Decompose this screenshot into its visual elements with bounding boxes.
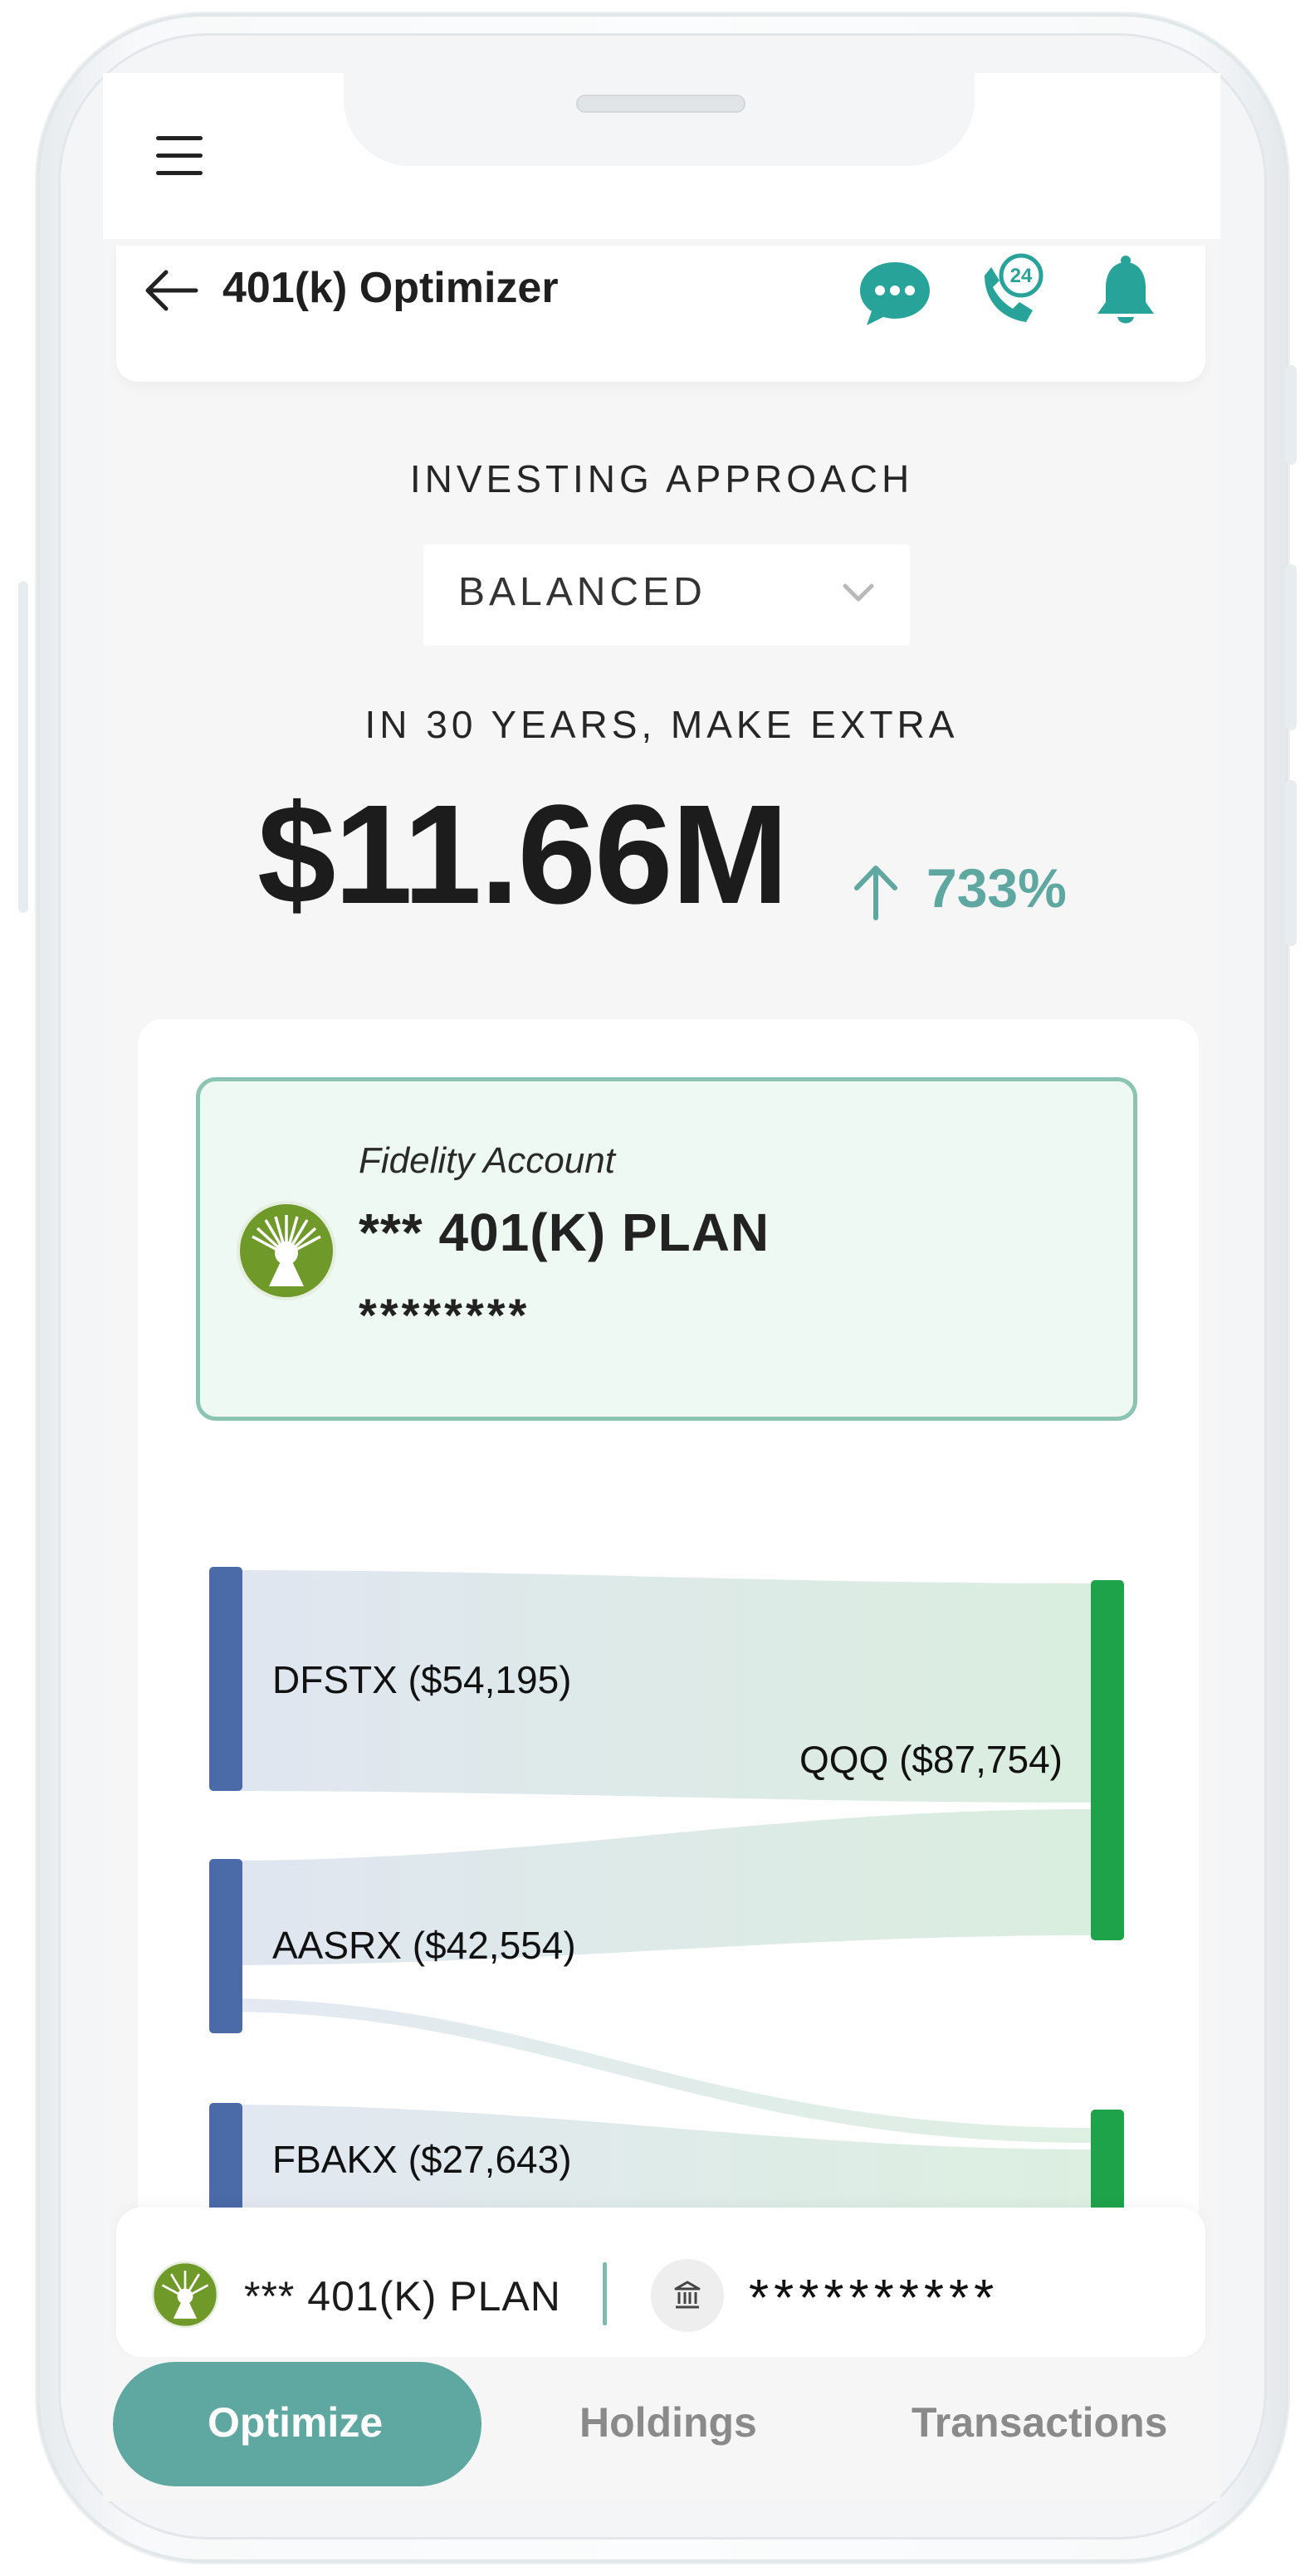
percent-change: 733%: [926, 857, 1067, 919]
projection-label: IN 30 YEARS, MAKE EXTRA: [364, 703, 959, 746]
arrow-up-icon: [850, 863, 902, 921]
fidelity-logo-icon: [236, 1200, 337, 1301]
source-node-dfstx: [209, 1567, 242, 1791]
account-name: *** 401(K) PLAN: [359, 1203, 770, 1262]
tab-holdings[interactable]: Holdings: [579, 2398, 757, 2447]
tab-optimize-label[interactable]: Optimize: [208, 2398, 383, 2447]
dropdown-selected-value: BALANCED: [458, 570, 706, 614]
target-node-qqq: [1091, 1580, 1124, 1940]
investing-approach-label: INVESTING APPROACH: [409, 457, 914, 500]
account-provider: Fidelity Account: [359, 1140, 615, 1181]
account-number: ********: [359, 1289, 530, 1341]
tab-transactions[interactable]: Transactions: [912, 2398, 1167, 2447]
bank-icon: [651, 2259, 724, 2332]
bank-account-mask[interactable]: **********: [749, 2269, 999, 2328]
source-label-dfstx: DFSTX ($54,195): [272, 1658, 571, 1701]
investing-approach-dropdown[interactable]: BALANCED: [423, 544, 910, 646]
target-label-qqq: QQQ ($87,754): [799, 1738, 1063, 1781]
phone-side-button-right-1: [1285, 365, 1297, 465]
back-arrow-icon[interactable]: [141, 267, 199, 314]
phone-side-button-right-3: [1285, 780, 1297, 946]
svg-text:24: 24: [1010, 265, 1033, 287]
phone-side-button-left: [18, 581, 28, 913]
phone-speaker: [576, 95, 745, 113]
chevron-down-icon: [842, 581, 875, 606]
fidelity-logo-small-icon: [151, 2261, 219, 2329]
source-label-aasrx: AASRX ($42,554): [272, 1924, 576, 1967]
hamburger-menu-icon[interactable]: [156, 136, 203, 176]
source-label-fbakx: FBAKX ($27,643): [272, 2138, 572, 2181]
source-node-fbakx: [209, 2103, 242, 2224]
selected-plan-label[interactable]: *** 401(K) PLAN: [244, 2272, 561, 2320]
page-title: 401(k) Optimizer: [222, 264, 559, 312]
chat-icon[interactable]: [855, 254, 935, 334]
phone-notch: [344, 66, 975, 166]
phone-side-button-right-2: [1285, 564, 1297, 730]
projected-amount: $11.66M: [257, 776, 789, 934]
allocation-flow-diagram: DFSTX ($54,195) QQQ ($87,754) AASRX ($42…: [209, 1567, 1124, 2224]
source-node-aasrx: [209, 1859, 242, 2033]
divider: [603, 2262, 607, 2325]
bell-icon[interactable]: [1086, 251, 1166, 330]
phone-24-icon[interactable]: 24: [970, 251, 1049, 330]
